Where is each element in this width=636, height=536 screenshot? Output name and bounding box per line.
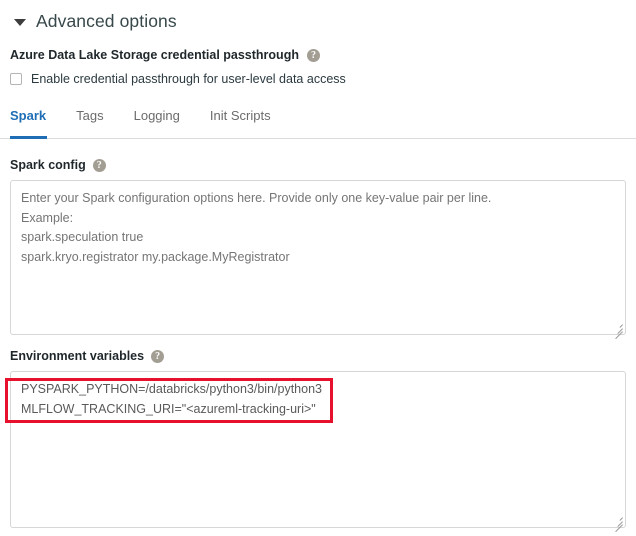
spark-config-group: Spark config ?	[0, 158, 636, 340]
environment-variables-textarea-wrap	[10, 371, 626, 533]
credential-passthrough-label-text: Azure Data Lake Storage credential passt…	[10, 48, 299, 62]
caret-down-icon[interactable]	[14, 18, 26, 26]
tabs-divider	[0, 138, 636, 139]
enable-passthrough-row[interactable]: Enable credential passthrough for user-l…	[10, 72, 636, 86]
help-circle-icon[interactable]: ?	[306, 48, 320, 62]
enable-passthrough-label: Enable credential passthrough for user-l…	[31, 72, 346, 86]
environment-variables-group: Environment variables ?	[0, 349, 636, 533]
advanced-options-tabs: Spark Tags Logging Init Scripts	[0, 108, 636, 139]
tabs-strip: Spark Tags Logging Init Scripts	[0, 108, 636, 136]
environment-variables-label-text: Environment variables	[10, 349, 145, 363]
enable-passthrough-checkbox[interactable]	[10, 73, 22, 85]
tab-logging[interactable]: Logging	[134, 108, 180, 131]
spark-config-input[interactable]	[10, 180, 626, 335]
spark-config-label: Spark config ?	[10, 158, 626, 172]
tab-spark[interactable]: Spark	[10, 108, 46, 131]
advanced-options-header[interactable]: Advanced options	[0, 0, 636, 36]
spark-config-textarea-wrap	[10, 180, 626, 340]
help-circle-icon[interactable]: ?	[92, 158, 106, 172]
tab-init-scripts[interactable]: Init Scripts	[210, 108, 271, 131]
credential-passthrough-section: Azure Data Lake Storage credential passt…	[0, 36, 636, 86]
tab-active-indicator	[10, 136, 47, 139]
page-title: Advanced options	[36, 10, 177, 31]
environment-variables-label: Environment variables ?	[10, 349, 626, 363]
help-circle-icon[interactable]: ?	[151, 349, 165, 363]
spark-config-label-text: Spark config	[10, 158, 86, 172]
credential-passthrough-label: Azure Data Lake Storage credential passt…	[10, 48, 636, 62]
tab-tags[interactable]: Tags	[76, 108, 103, 131]
environment-variables-input[interactable]	[10, 371, 626, 528]
